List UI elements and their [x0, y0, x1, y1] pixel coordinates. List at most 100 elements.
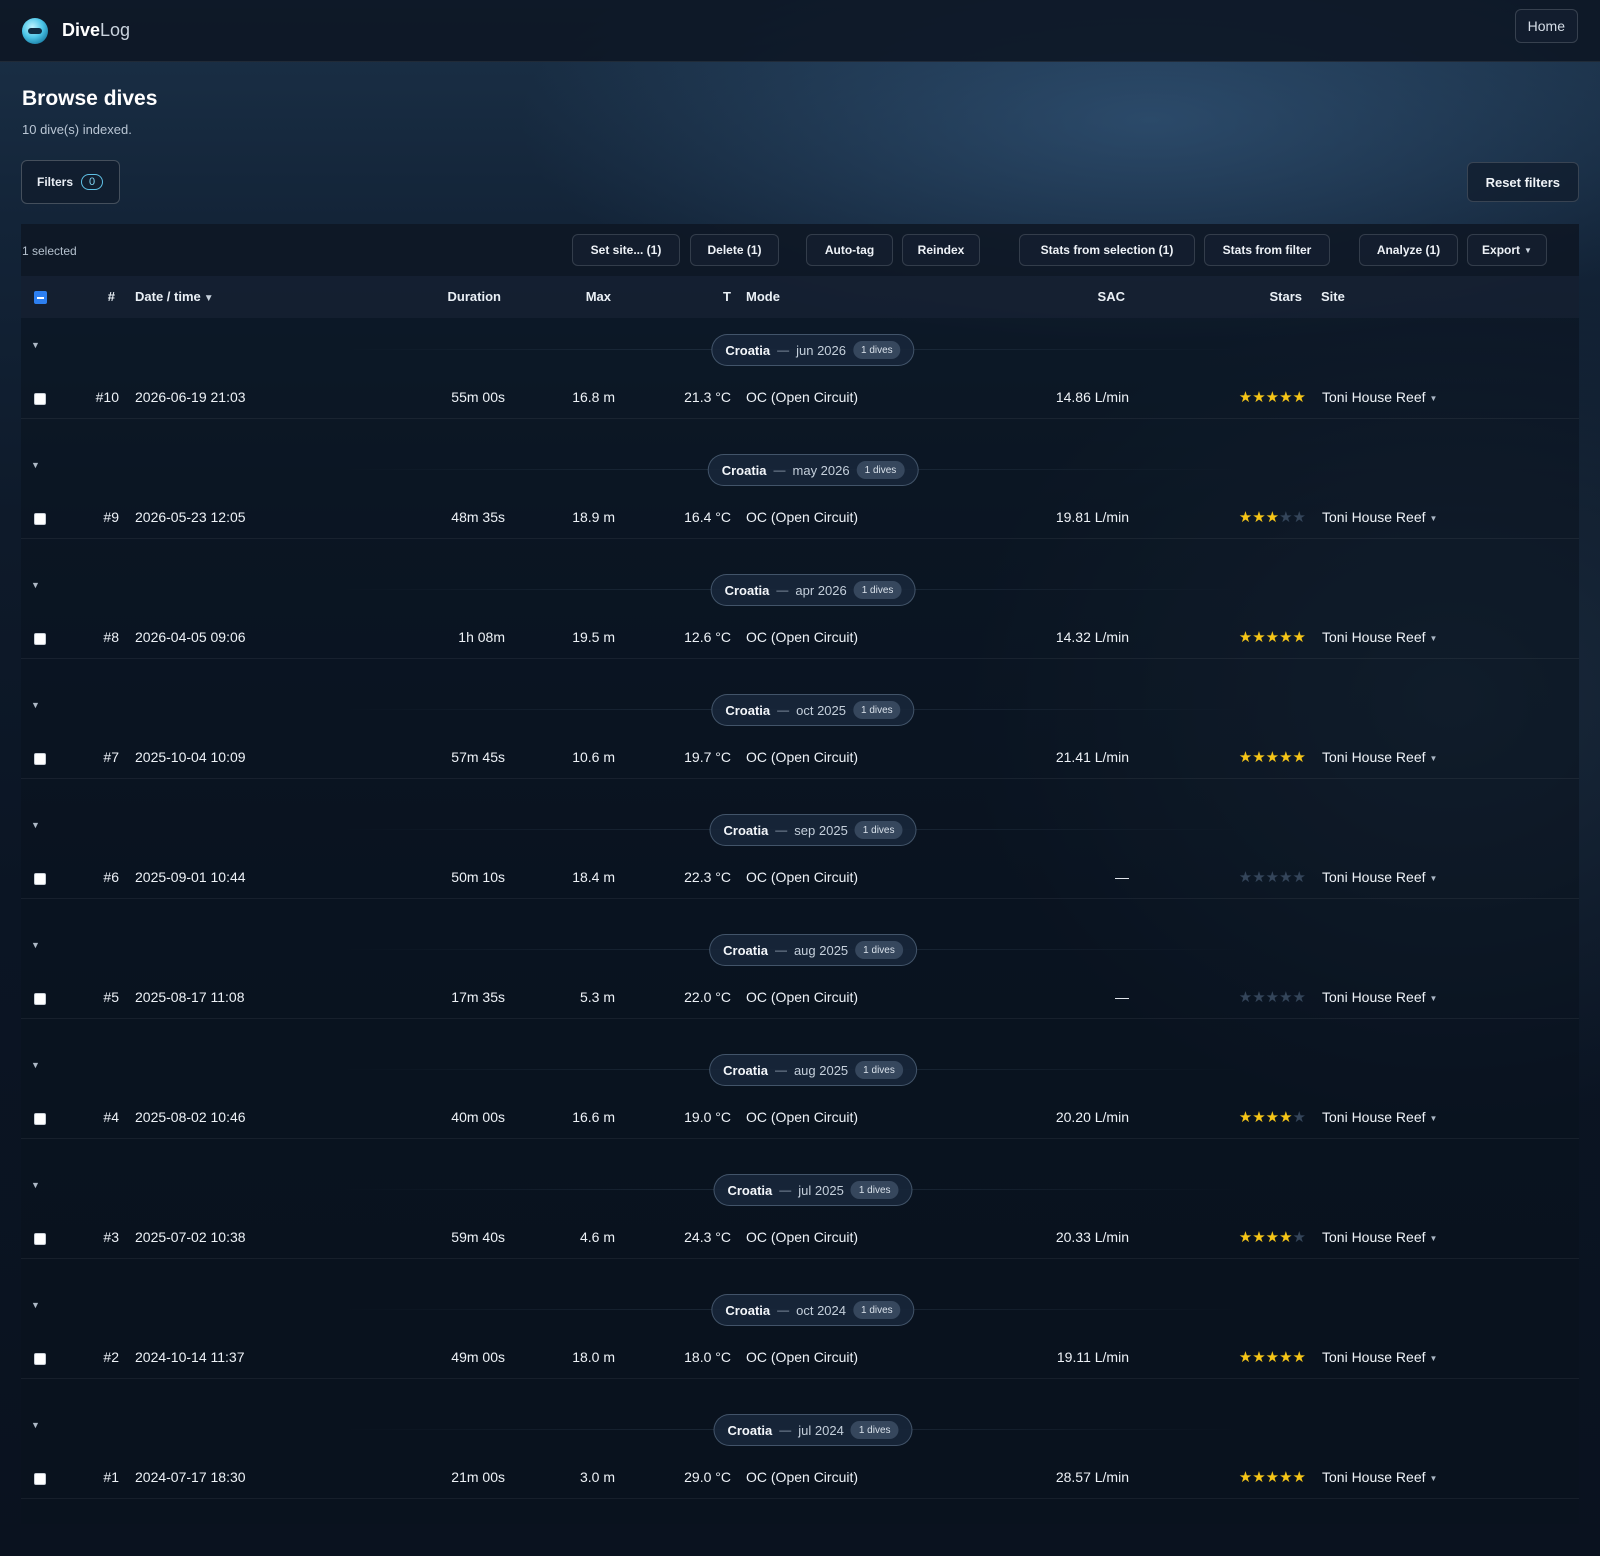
- home-button[interactable]: Home: [1514, 9, 1578, 43]
- site-dropdown-caret-icon[interactable]: ▼: [1430, 394, 1438, 403]
- table-row[interactable]: #3 2025-07-02 10:38 59m 40s 4.6 m 24.3 °…: [21, 1216, 1579, 1259]
- table-row[interactable]: #7 2025-10-04 10:09 57m 45s 10.6 m 19.7 …: [21, 736, 1579, 779]
- dive-site[interactable]: Toni House Reef ▼: [1322, 749, 1437, 765]
- star-rating[interactable]: ★★★★★: [1220, 508, 1306, 526]
- auto-tag-button[interactable]: Auto-tag: [806, 234, 893, 266]
- star-icon[interactable]: ★: [1252, 509, 1265, 526]
- star-icon[interactable]: ★: [1266, 1469, 1279, 1486]
- collapse-chevron-icon[interactable]: ▼: [31, 580, 40, 590]
- table-row[interactable]: #6 2025-09-01 10:44 50m 10s 18.4 m 22.3 …: [21, 856, 1579, 899]
- star-icon[interactable]: ★: [1266, 509, 1279, 526]
- star-icon[interactable]: ★: [1279, 509, 1292, 526]
- star-icon[interactable]: ★: [1252, 1109, 1265, 1126]
- sort-desc-icon[interactable]: ▼: [204, 293, 214, 304]
- star-icon[interactable]: ★: [1239, 749, 1252, 766]
- star-icon[interactable]: ★: [1252, 1349, 1265, 1366]
- dive-site[interactable]: Toni House Reef ▼: [1322, 509, 1437, 525]
- filters-button[interactable]: Filters 0: [21, 160, 120, 204]
- star-icon[interactable]: ★: [1252, 389, 1265, 406]
- star-icon[interactable]: ★: [1279, 389, 1292, 406]
- star-icon[interactable]: ★: [1293, 869, 1306, 886]
- row-checkbox[interactable]: [34, 873, 46, 885]
- row-checkbox[interactable]: [34, 1473, 46, 1485]
- site-dropdown-caret-icon[interactable]: ▼: [1430, 1234, 1438, 1243]
- row-checkbox[interactable]: [34, 1353, 46, 1365]
- star-icon[interactable]: ★: [1239, 1349, 1252, 1366]
- star-icon[interactable]: ★: [1279, 989, 1292, 1006]
- star-icon[interactable]: ★: [1266, 749, 1279, 766]
- reset-filters-button[interactable]: Reset filters: [1466, 162, 1579, 202]
- site-dropdown-caret-icon[interactable]: ▼: [1430, 754, 1438, 763]
- table-row[interactable]: #8 2026-04-05 09:06 1h 08m 19.5 m 12.6 °…: [21, 616, 1579, 659]
- star-rating[interactable]: ★★★★★: [1220, 1228, 1306, 1246]
- site-dropdown-caret-icon[interactable]: ▼: [1430, 1114, 1438, 1123]
- star-icon[interactable]: ★: [1293, 509, 1306, 526]
- star-icon[interactable]: ★: [1266, 989, 1279, 1006]
- collapse-chevron-icon[interactable]: ▼: [31, 460, 40, 470]
- star-icon[interactable]: ★: [1266, 629, 1279, 646]
- star-rating[interactable]: ★★★★★: [1220, 988, 1306, 1006]
- star-icon[interactable]: ★: [1293, 1229, 1306, 1246]
- row-checkbox[interactable]: [34, 993, 46, 1005]
- site-dropdown-caret-icon[interactable]: ▼: [1430, 874, 1438, 883]
- dive-site[interactable]: Toni House Reef ▼: [1322, 629, 1437, 645]
- star-rating[interactable]: ★★★★★: [1220, 1108, 1306, 1126]
- star-icon[interactable]: ★: [1239, 989, 1252, 1006]
- star-icon[interactable]: ★: [1239, 1469, 1252, 1486]
- analyze-button[interactable]: Analyze (1): [1359, 234, 1458, 266]
- star-icon[interactable]: ★: [1252, 1229, 1265, 1246]
- star-icon[interactable]: ★: [1279, 1469, 1292, 1486]
- star-icon[interactable]: ★: [1252, 989, 1265, 1006]
- collapse-chevron-icon[interactable]: ▼: [31, 1060, 40, 1070]
- table-row[interactable]: #2 2024-10-14 11:37 49m 00s 18.0 m 18.0 …: [21, 1336, 1579, 1379]
- dive-site[interactable]: Toni House Reef ▼: [1322, 989, 1437, 1005]
- select-all-checkbox[interactable]: [34, 291, 47, 304]
- star-icon[interactable]: ★: [1239, 629, 1252, 646]
- dive-site[interactable]: Toni House Reef ▼: [1322, 1469, 1437, 1485]
- star-icon[interactable]: ★: [1279, 629, 1292, 646]
- star-icon[interactable]: ★: [1239, 389, 1252, 406]
- brand[interactable]: DiveLog: [22, 17, 130, 44]
- star-rating[interactable]: ★★★★★: [1220, 1468, 1306, 1486]
- dive-site[interactable]: Toni House Reef ▼: [1322, 869, 1437, 885]
- star-icon[interactable]: ★: [1293, 1109, 1306, 1126]
- star-icon[interactable]: ★: [1239, 509, 1252, 526]
- row-checkbox[interactable]: [34, 753, 46, 765]
- star-icon[interactable]: ★: [1266, 1349, 1279, 1366]
- star-icon[interactable]: ★: [1252, 629, 1265, 646]
- collapse-chevron-icon[interactable]: ▼: [31, 700, 40, 710]
- row-checkbox[interactable]: [34, 633, 46, 645]
- site-dropdown-caret-icon[interactable]: ▼: [1430, 994, 1438, 1003]
- star-icon[interactable]: ★: [1293, 629, 1306, 646]
- dive-site[interactable]: Toni House Reef ▼: [1322, 1349, 1437, 1365]
- star-icon[interactable]: ★: [1279, 1109, 1292, 1126]
- set-site-button[interactable]: Set site... (1): [572, 234, 680, 266]
- star-icon[interactable]: ★: [1279, 1349, 1292, 1366]
- star-icon[interactable]: ★: [1293, 749, 1306, 766]
- star-rating[interactable]: ★★★★★: [1220, 748, 1306, 766]
- star-icon[interactable]: ★: [1279, 1229, 1292, 1246]
- collapse-chevron-icon[interactable]: ▼: [31, 1300, 40, 1310]
- col-header-date[interactable]: Date / time ▼: [135, 289, 214, 304]
- star-icon[interactable]: ★: [1239, 1229, 1252, 1246]
- star-icon[interactable]: ★: [1279, 749, 1292, 766]
- row-checkbox[interactable]: [34, 393, 46, 405]
- row-checkbox[interactable]: [34, 513, 46, 525]
- reindex-button[interactable]: Reindex: [902, 234, 980, 266]
- star-icon[interactable]: ★: [1266, 1109, 1279, 1126]
- dive-site[interactable]: Toni House Reef ▼: [1322, 389, 1437, 405]
- table-row[interactable]: #1 2024-07-17 18:30 21m 00s 3.0 m 29.0 °…: [21, 1456, 1579, 1499]
- collapse-chevron-icon[interactable]: ▼: [31, 1180, 40, 1190]
- table-row[interactable]: #5 2025-08-17 11:08 17m 35s 5.3 m 22.0 °…: [21, 976, 1579, 1019]
- star-icon[interactable]: ★: [1239, 869, 1252, 886]
- star-icon[interactable]: ★: [1293, 1469, 1306, 1486]
- star-icon[interactable]: ★: [1239, 1109, 1252, 1126]
- site-dropdown-caret-icon[interactable]: ▼: [1430, 514, 1438, 523]
- stats-from-filter-button[interactable]: Stats from filter: [1204, 234, 1330, 266]
- row-checkbox[interactable]: [34, 1113, 46, 1125]
- star-icon[interactable]: ★: [1266, 389, 1279, 406]
- site-dropdown-caret-icon[interactable]: ▼: [1430, 634, 1438, 643]
- star-rating[interactable]: ★★★★★: [1220, 1348, 1306, 1366]
- star-icon[interactable]: ★: [1293, 1349, 1306, 1366]
- stats-from-selection-button[interactable]: Stats from selection (1): [1019, 234, 1195, 266]
